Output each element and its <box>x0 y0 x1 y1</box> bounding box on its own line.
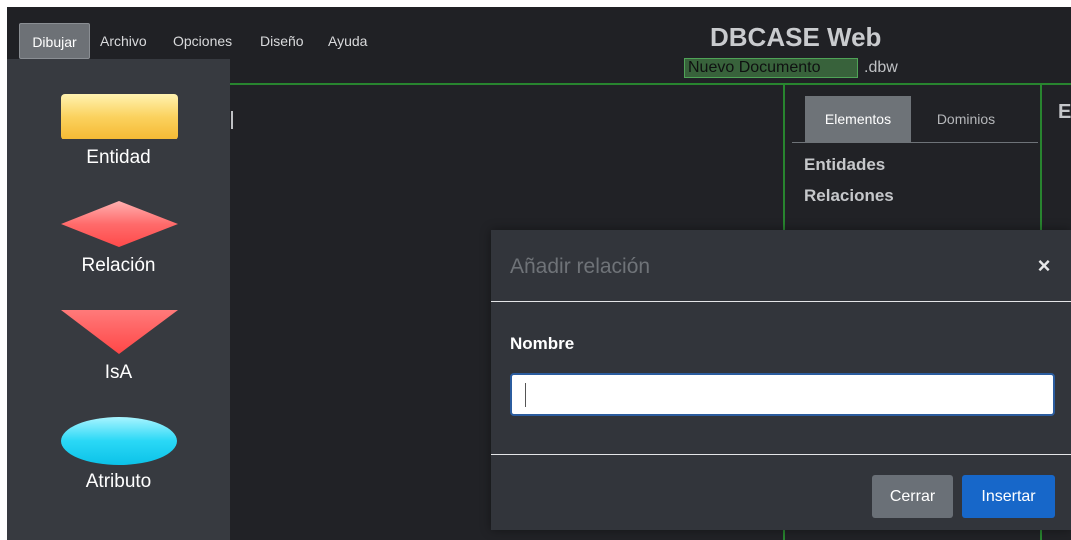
menu-opciones[interactable]: Opciones <box>173 23 232 59</box>
insert-button[interactable]: Insertar <box>962 475 1055 518</box>
palette-label: Entidad <box>86 147 151 168</box>
palette-item-entidad[interactable]: Entidad <box>7 87 230 182</box>
add-relation-dialog: Añadir relación × Nombre Cerrar Insertar <box>491 230 1071 530</box>
palette-item-atributo[interactable]: Atributo <box>7 415 230 510</box>
menu-archivo[interactable]: Archivo <box>100 23 147 59</box>
attribute-ellipse-icon <box>61 417 177 465</box>
relation-name-input[interactable] <box>510 373 1055 416</box>
cancel-button[interactable]: Cerrar <box>872 475 953 518</box>
tab-dominios[interactable]: Dominios <box>917 96 1015 142</box>
text-caret <box>525 383 526 407</box>
menu-ayuda[interactable]: Ayuda <box>328 23 367 59</box>
palette-item-isa[interactable]: IsA <box>7 307 230 402</box>
document-name-input[interactable] <box>684 58 858 78</box>
dialog-footer-divider <box>491 454 1071 455</box>
palette-label: Atributo <box>85 471 152 492</box>
menu-dibujar[interactable]: Dibujar <box>19 23 90 59</box>
canvas-edge-marker <box>231 111 233 129</box>
dialog-header-divider <box>491 301 1071 302</box>
palette-label: IsA <box>104 362 133 383</box>
dialog-title: Añadir relación <box>510 255 651 278</box>
document-extension: .dbw <box>864 59 898 76</box>
palette-label: Relación <box>81 255 156 276</box>
app-window: Dibujar Archivo Opciones Diseño Ayuda DB… <box>7 7 1071 540</box>
menu-diseno[interactable]: Diseño <box>260 23 304 59</box>
shape-palette: Entidad Relación IsA Atributo <box>7 59 230 540</box>
palette-item-relacion[interactable]: Relación <box>7 197 230 292</box>
entity-rectangle-icon <box>61 94 178 139</box>
list-item-entidades[interactable]: Entidades <box>804 155 885 175</box>
app-title: DBCASE Web <box>710 22 882 52</box>
tab-elementos[interactable]: Elementos <box>805 96 911 142</box>
right-panel-heading: E <box>1058 101 1071 123</box>
relation-diamond-icon <box>61 201 178 247</box>
list-item-relaciones[interactable]: Relaciones <box>804 186 894 206</box>
close-icon[interactable]: × <box>1032 253 1056 279</box>
isa-triangle-icon <box>61 310 178 354</box>
tabs-underline <box>792 142 1038 143</box>
name-field-label: Nombre <box>510 334 575 353</box>
